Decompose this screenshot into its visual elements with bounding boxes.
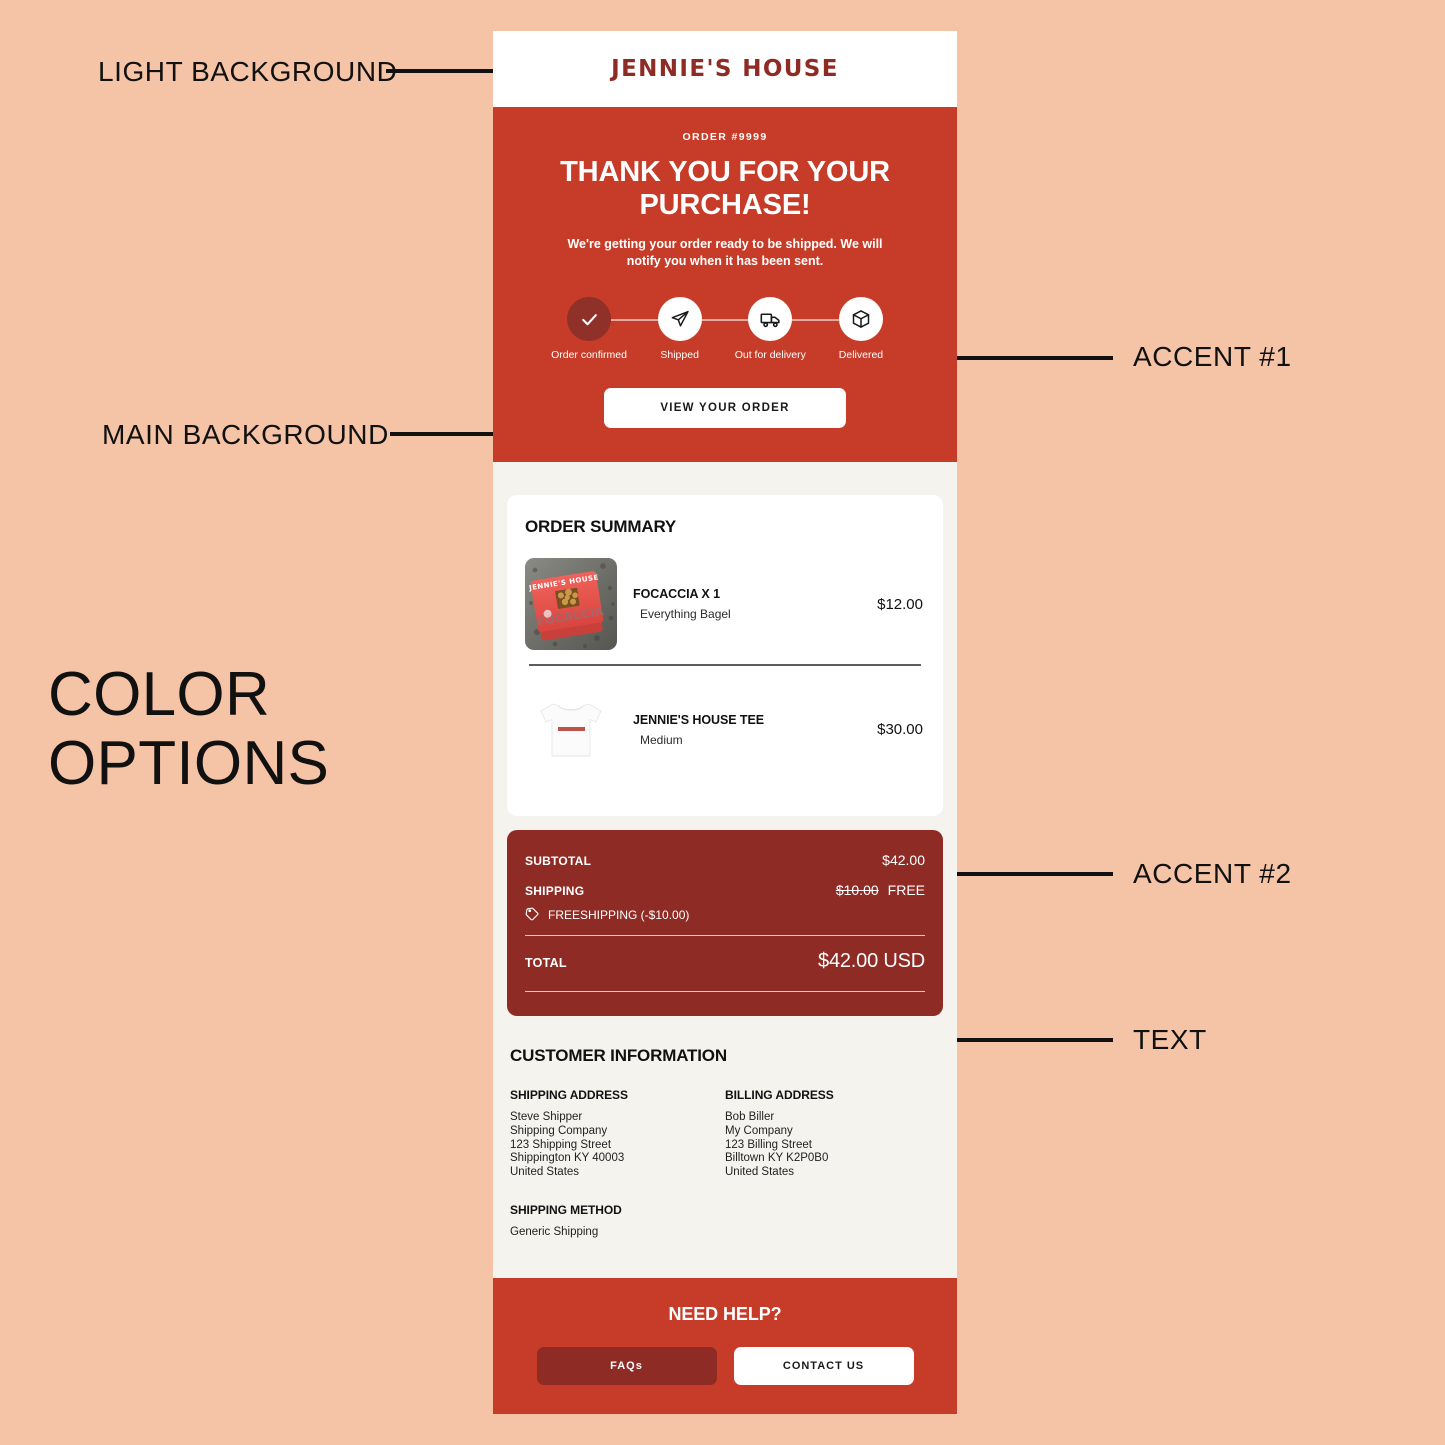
customer-information-section: CUSTOMER INFORMATION SHIPPING ADDRESS St… (507, 1016, 943, 1240)
shipping-method-value: Generic Shipping (510, 1226, 599, 1239)
shipping-row: SHIPPING $10.00 FREE (525, 882, 925, 900)
tracker-step-out-for-delivery: Out for delivery (726, 297, 814, 362)
contact-us-button[interactable]: CONTACT US (733, 1346, 914, 1385)
billing-address-line: Bob Biller (725, 1111, 775, 1124)
discount-code-text: FREESHIPPING (-$10.00) (548, 907, 690, 922)
email-preview: JENNIE'S HOUSE ORDER #9999 THANK YOU FOR… (493, 31, 957, 1414)
shipping-values: $10.00 FREE (836, 882, 925, 900)
product-image-tee (525, 683, 617, 776)
product-image-focaccia: JENNIE'S HOUSE FOCACCIA (525, 558, 617, 651)
order-line-item-info: JENNIE'S HOUSE TEE Medium (633, 713, 861, 747)
hero-title: THANK YOU FOR YOUR PURCHASE! (560, 156, 890, 221)
hero-subtitle: We're getting your order ready to be shi… (567, 236, 883, 269)
hero-section: ORDER #9999 THANK YOU FOR YOUR PURCHASE!… (493, 107, 957, 463)
order-line-item: JENNIE'S HOUSE TEE Medium $30.00 (525, 678, 925, 790)
shipping-method-block: SHIPPING METHOD Generic Shipping (510, 1203, 940, 1240)
footer-buttons: FAQs CONTACT US (517, 1346, 933, 1385)
billing-address-line: Billtown KY K2P0B0 (725, 1152, 829, 1165)
subtotal-value: $42.00 (882, 851, 925, 868)
tracker-step-shipped: Shipped (636, 297, 724, 362)
billing-address-line: United States (725, 1166, 795, 1179)
shipping-final-price: FREE (887, 881, 925, 898)
brand-logo: JENNIE'S HOUSE (611, 56, 839, 82)
subtotal-row: SUBTOTAL $42.00 (525, 852, 925, 868)
order-line-item-price: $30.00 (877, 721, 923, 739)
truck-icon (748, 297, 793, 342)
order-line-item-info: FOCACCIA X 1 Everything Bagel (633, 587, 861, 621)
billing-address-block: BILLING ADDRESS Bob Biller My Company 12… (725, 1088, 940, 1180)
email-body: ORDER SUMMARY JENNIE'S HOUSE FOCACCIA FO… (493, 462, 957, 1240)
page-title-line-1: COLOR (48, 660, 271, 729)
discount-row: FREESHIPPING (-$10.00) (525, 906, 925, 924)
faqs-button[interactable]: FAQs (536, 1346, 717, 1385)
total-value: $42.00 USD (818, 949, 925, 972)
billing-address-heading: BILLING ADDRESS (725, 1088, 834, 1103)
shipping-method-heading: SHIPPING METHOD (510, 1203, 622, 1218)
paper-plane-icon (657, 297, 702, 342)
page-title-line-2: OPTIONS (48, 729, 330, 799)
shipping-address-block: SHIPPING ADDRESS Steve Shipper Shipping … (510, 1088, 725, 1180)
order-line-item-name: FOCACCIA X 1 (633, 587, 720, 602)
tracker-step-order-confirmed: Order confirmed (545, 297, 633, 362)
page-title: COLOR OPTIONS (48, 660, 329, 799)
annotation-light-background: LIGHT BACKGROUND (98, 56, 398, 87)
order-status-tracker: Order confirmed Shipped Out for delivery… (529, 297, 921, 362)
order-line-item-variant: Everything Bagel (640, 607, 731, 622)
tracker-step-delivered: Delivered (817, 297, 905, 362)
tag-icon (525, 906, 540, 924)
totals-divider (525, 934, 925, 936)
annotation-main-background: MAIN BACKGROUND (102, 419, 389, 450)
shipping-address-heading: SHIPPING ADDRESS (510, 1088, 628, 1103)
order-summary-title: ORDER SUMMARY (525, 517, 677, 537)
tracker-step-label: Order confirmed (551, 349, 627, 362)
shipping-original-price: $10.00 (835, 881, 879, 898)
shipping-address-line: Shipping Company (510, 1124, 608, 1137)
shipping-address-line: United States (510, 1166, 580, 1179)
order-totals-card: SUBTOTAL $42.00 SHIPPING $10.00 FREE FREE… (507, 829, 943, 1017)
billing-address-line: 123 Billing Street (725, 1138, 812, 1151)
package-icon (838, 297, 883, 342)
order-summary-card: ORDER SUMMARY JENNIE'S HOUSE FOCACCIA FO… (507, 495, 943, 816)
order-line-item-price: $12.00 (877, 595, 923, 613)
totals-bottom-divider (525, 990, 925, 993)
annotation-text: TEXT (1133, 1024, 1207, 1055)
shipping-label: SHIPPING (525, 883, 585, 898)
shipping-address-line: Shippington KY 40003 (510, 1152, 625, 1165)
shipping-address-line: 123 Shipping Street (510, 1138, 612, 1151)
footer-help-section: NEED HELP? FAQs CONTACT US (493, 1277, 957, 1414)
total-row: TOTAL $42.00 USD (525, 950, 925, 973)
subtotal-label: SUBTOTAL (525, 853, 592, 868)
tracker-step-label: Shipped (660, 349, 699, 362)
billing-address-line: My Company (725, 1124, 793, 1137)
footer-title: NEED HELP? (668, 1303, 782, 1324)
order-line-item: JENNIE'S HOUSE FOCACCIA FOCACCIA X 1 Eve… (525, 552, 925, 664)
order-line-item-variant: Medium (640, 732, 683, 747)
total-label: TOTAL (525, 955, 567, 970)
tracker-step-label: Delivered (838, 349, 884, 362)
view-your-order-button[interactable]: VIEW YOUR ORDER (604, 388, 846, 429)
address-grid: SHIPPING ADDRESS Steve Shipper Shipping … (510, 1088, 940, 1180)
shipping-address-line: Steve Shipper (510, 1111, 583, 1124)
annotation-accent-2: ACCENT #2 (1133, 858, 1292, 889)
order-line-item-name: JENNIE'S HOUSE TEE (633, 712, 765, 727)
order-number: ORDER #9999 (682, 131, 768, 143)
check-icon (567, 297, 611, 342)
logo-bar: JENNIE'S HOUSE (493, 31, 957, 107)
order-items-divider (529, 664, 921, 666)
tracker-step-label: Out for delivery (734, 349, 806, 362)
annotation-accent-1: ACCENT #1 (1133, 341, 1292, 372)
customer-information-title: CUSTOMER INFORMATION (510, 1046, 727, 1066)
